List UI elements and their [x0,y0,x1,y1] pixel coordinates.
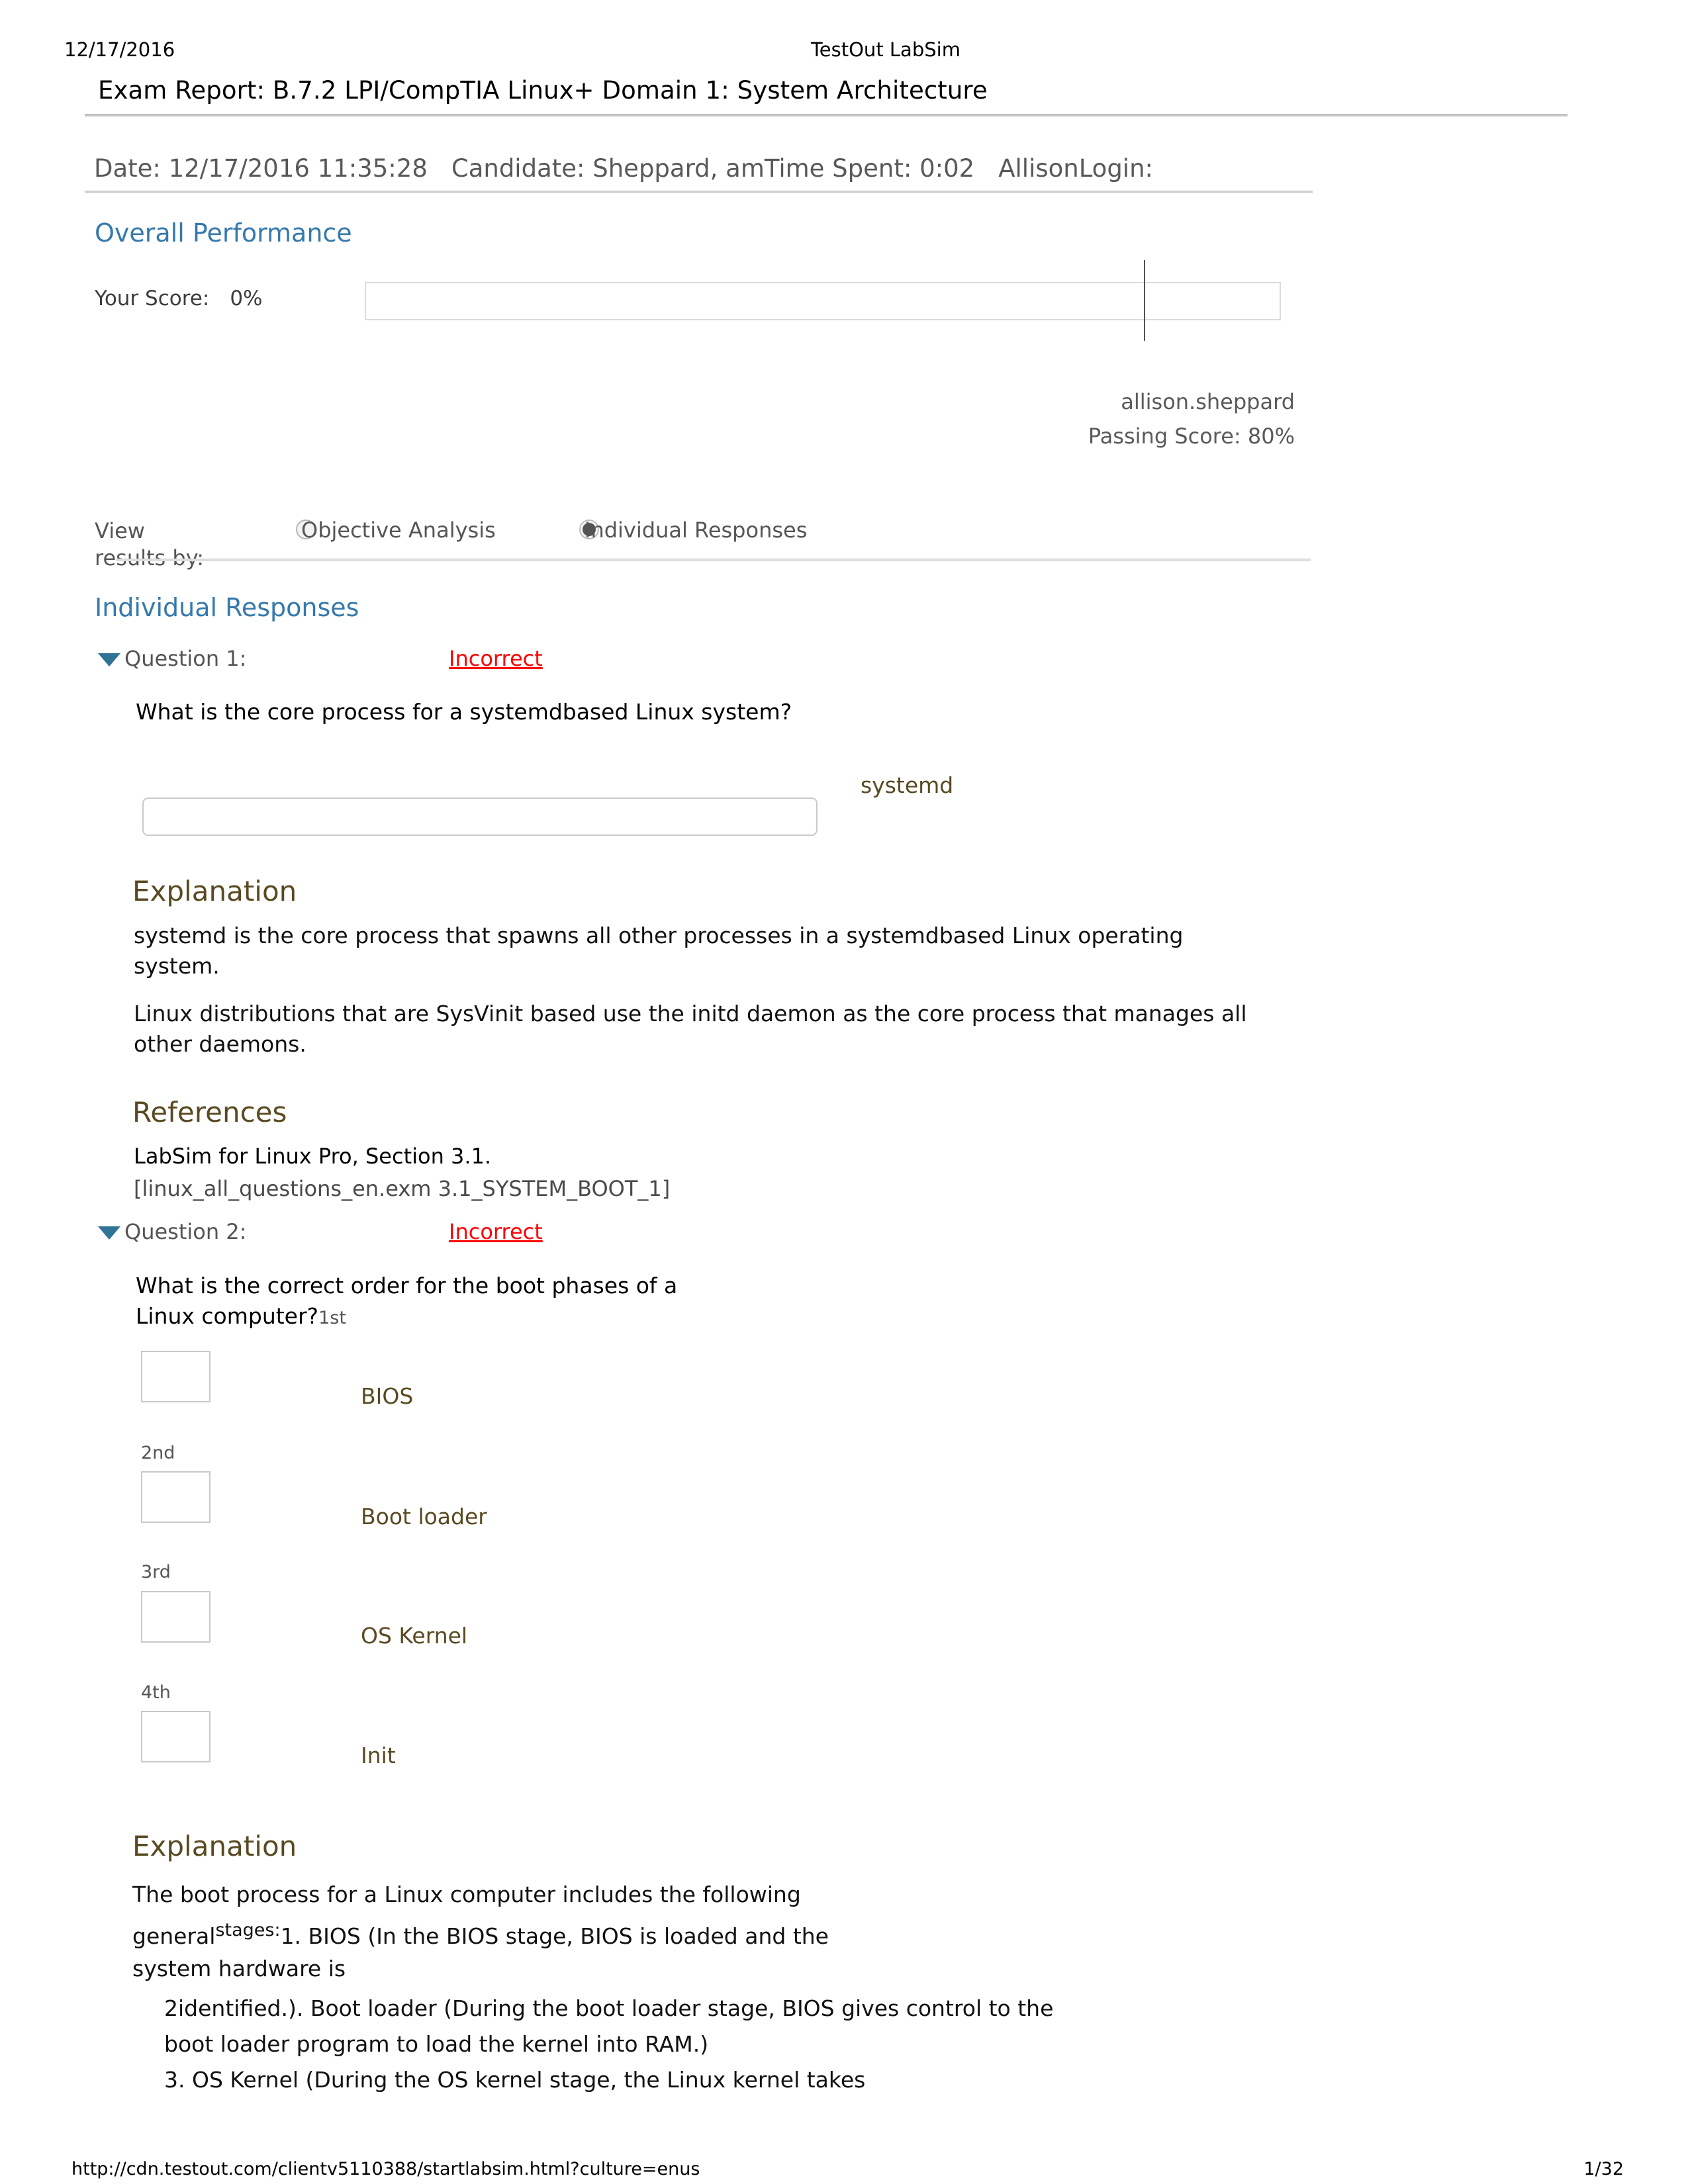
question-2-status-badge[interactable]: Incorrect [449,1219,543,1244]
your-score-value: 0% [230,287,263,310]
question-2-ordinal-1: 1st [318,1307,346,1328]
question-1-explanation-paragraph-2: Linux distributions that are SysVinit ba… [134,1001,1247,1057]
question-2-explanation-line-1: 1. BIOS (In the BIOS stage, BIOS is load… [280,1923,829,1949]
question-2-number: Question 2: [124,1219,247,1244]
question-2-answer-2: Boot loader [361,1504,487,1529]
your-score-caption: Your Score: [95,287,210,310]
radio-objective-analysis-label: Objective Analysis [301,518,496,543]
question-1-correct-answer: systemd [861,772,954,798]
radio-individual-responses[interactable]: Individual Responses [579,518,807,543]
question-2-explanation-line-a: generalstages:1. BIOS (In the BIOS stage… [132,1918,1324,1952]
question-2-answer-3: OS Kernel [361,1623,468,1649]
question-2-ordinal-4: 4th [141,1682,171,1703]
print-app-title: TestOut LabSim [811,38,961,61]
question-1-answer-input[interactable] [142,797,818,836]
question-2-ordinal-2: 2nd [141,1443,175,1463]
exam-report-page: 12/17/2016 TestOut LabSim Exam Report: B… [0,0,1688,2184]
chevron-down-icon[interactable] [98,1226,120,1240]
overall-performance-heading: Overall Performance [95,218,352,248]
question-1-reference-1: LabSim for Linux Pro, Section 3.1. [134,1144,492,1169]
passing-score-label: Passing Score: 80% [1088,424,1295,449]
meta-divider [85,191,1313,193]
question-1-header[interactable]: Question 1: Incorrect [98,646,543,671]
meta-date: Date: 12/17/2016 11:35:28 [94,154,428,183]
radio-objective-analysis[interactable]: Objective Analysis [296,518,496,543]
question-2-slot-1[interactable] [141,1351,211,1402]
report-meta: Date: 12/17/2016 11:35:28 Candidate: Shep… [94,154,1153,183]
your-score-label: Your Score: 0% [95,287,263,310]
question-1-status-badge[interactable]: Incorrect [449,646,543,671]
question-2-explanation-line-2: system hardware is [132,1956,346,1981]
question-1-references-heading: References [132,1096,287,1128]
question-2-slot-4[interactable] [141,1711,211,1762]
question-2-explanation-general: general [132,1923,216,1949]
page-title: Exam Report: B.7.2 LPI/CompTIA Linux+ Do… [98,76,988,105]
question-2-prompt: What is the correct order for the boot p… [136,1271,731,1331]
question-2-explanation-line-5: 3. OS Kernel (During the OS kernel stage… [164,2067,866,2093]
view-results-by-label: View results by: [95,518,205,570]
radio-individual-responses-label: Individual Responses [585,518,808,543]
question-2-ordinal-3: 3rd [141,1562,171,1582]
view-results-divider [116,559,1311,561]
question-2-explanation-line-3: 2identified.). Boot loader (During the b… [164,1995,1054,2021]
question-1-explanation-paragraph-1: systemd is the core process that spawns … [134,923,1184,979]
question-1-reference-2: [linux_all_questions_en.exm 3.1_SYSTEM_B… [134,1176,671,1201]
question-1-explanation-heading: Explanation [132,875,297,907]
meta-time-spent: Time Spent: 0:02 [764,154,975,183]
individual-responses-heading: Individual Responses [95,593,359,622]
question-2-slot-3[interactable] [141,1591,211,1643]
question-2-explanation-heading: Explanation [132,1830,297,1862]
question-2-slot-2[interactable] [141,1471,211,1523]
footer-page-number: 1/32 [1583,2159,1624,2179]
question-2-header[interactable]: Question 2: Incorrect [98,1219,543,1244]
question-2-answer-1: BIOS [361,1383,414,1409]
chevron-down-icon[interactable] [98,653,120,666]
question-2-explanation-stages: stages: [215,1920,281,1940]
meta-candidate: Candidate: Sheppard, am [451,154,765,183]
username-label: allison.sheppard [1121,389,1295,414]
meta-login: AllisonLogin: [998,154,1154,183]
question-2-explanation-line-4: boot loader program to load the kernel i… [164,2031,709,2057]
question-1-prompt: What is the core process for a systemdba… [136,699,792,725]
footer-url[interactable]: http://cdn.testout.com/clientv5110388/st… [71,2159,700,2179]
question-2-answer-4: Init [361,1743,396,1768]
question-1-number: Question 1: [124,646,247,671]
print-date: 12/17/2016 [64,38,175,61]
question-2-explanation-lead: The boot process for a Linux computer in… [132,1882,801,1907]
question-2-prompt-text: What is the correct order for the boot p… [136,1273,678,1329]
passing-score-marker [1144,260,1145,341]
title-divider [85,114,1568,116]
